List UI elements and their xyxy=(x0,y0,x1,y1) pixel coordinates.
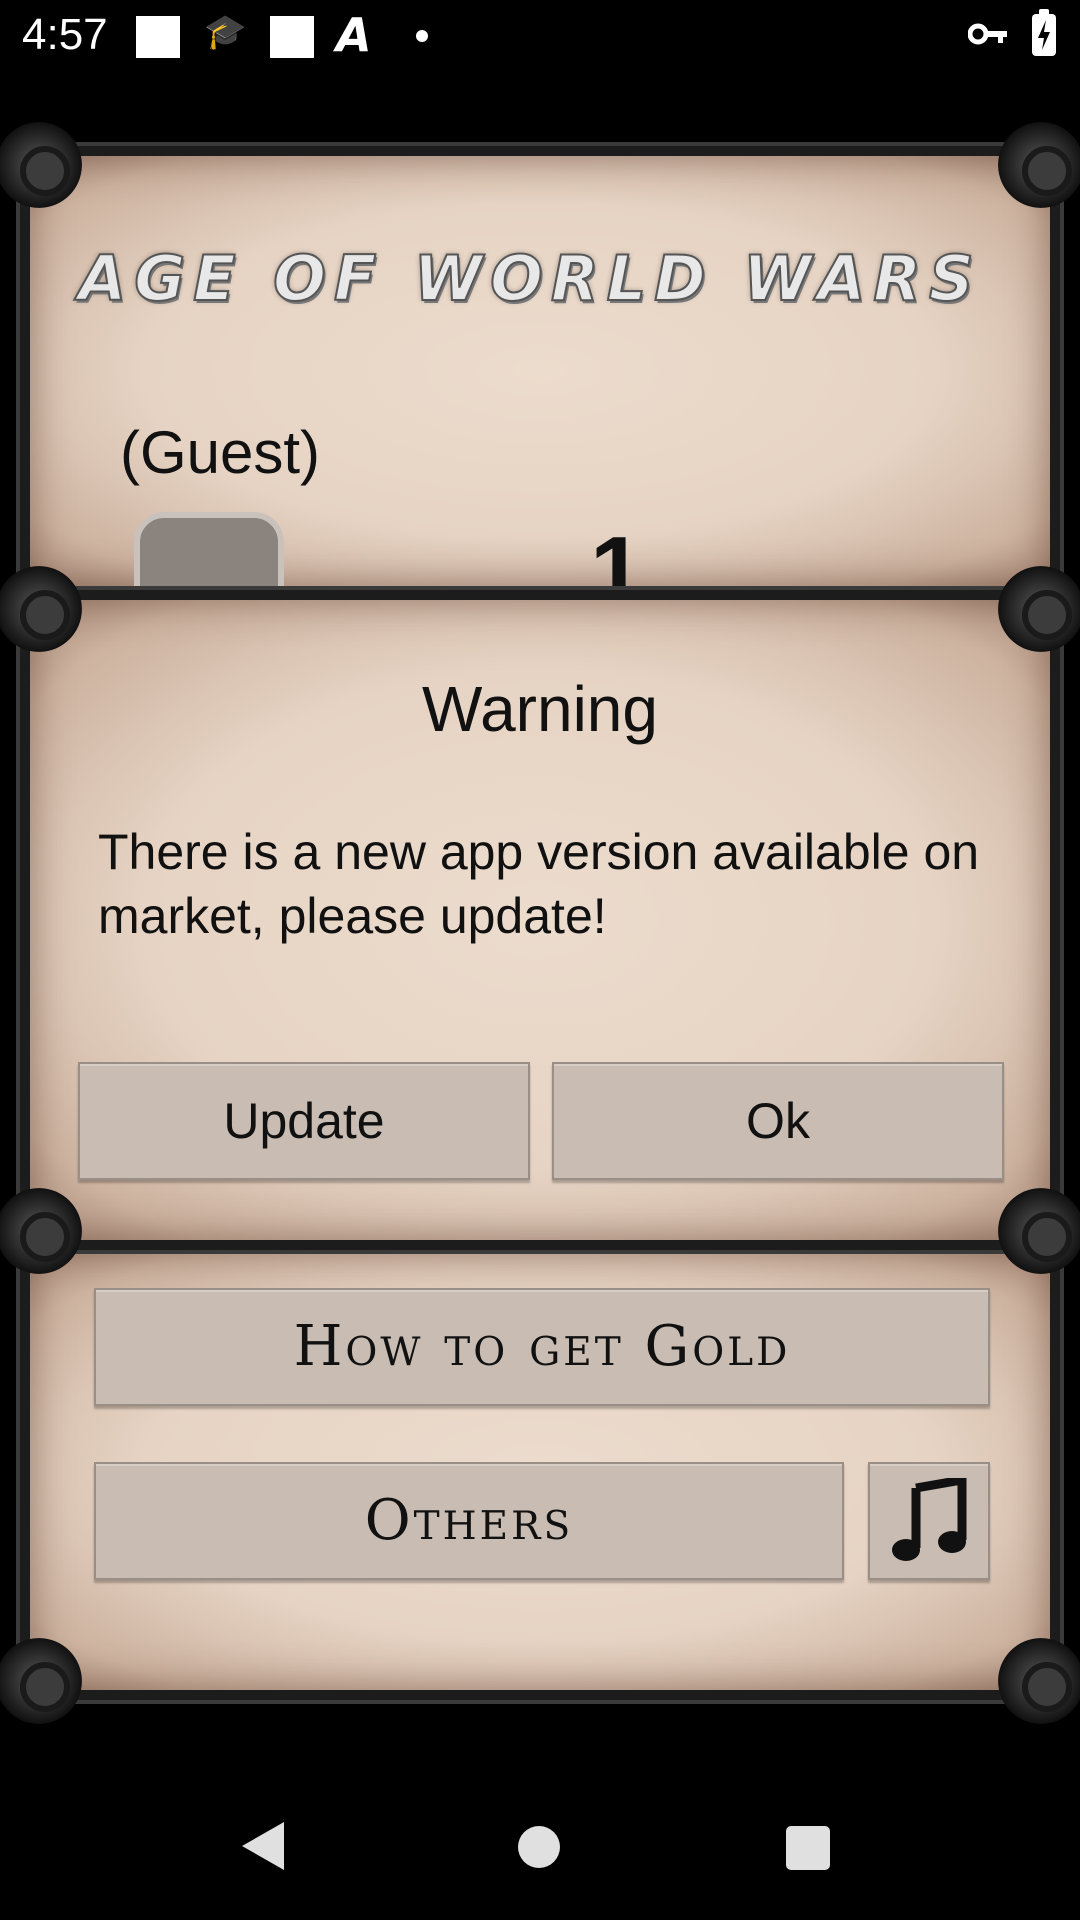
dot-icon xyxy=(416,30,428,42)
panel-corner-ornament xyxy=(0,122,82,208)
update-button[interactable]: Update xyxy=(78,1062,530,1180)
dialog-message: There is a new app version available on … xyxy=(98,824,980,944)
status-time: 4:57 xyxy=(22,10,108,59)
main-panel: Age of World Wars (Guest) 1 xyxy=(0,122,1080,632)
navigation-bar xyxy=(0,1780,1080,1920)
game-title: Age of World Wars xyxy=(77,241,982,316)
player-name: (Guest) xyxy=(120,419,321,486)
dialog-title: Warning xyxy=(422,673,658,745)
graduation-cap-icon: 🎓 xyxy=(204,13,247,51)
music-note-icon xyxy=(892,1478,967,1561)
back-icon[interactable] xyxy=(240,1820,286,1877)
recents-icon[interactable] xyxy=(786,1826,830,1870)
panel-corner-ornament xyxy=(998,1638,1080,1724)
notification-square-icon xyxy=(270,16,314,58)
panel-corner-ornament xyxy=(998,566,1080,652)
menu-panel: How to get Gold Others xyxy=(0,1240,1080,1724)
panel-corner-ornament xyxy=(0,1188,82,1274)
panel-corner-ornament xyxy=(0,566,82,652)
others-button[interactable]: Others xyxy=(94,1462,844,1580)
notification-square-icon xyxy=(136,16,180,58)
ok-button[interactable]: Ok xyxy=(552,1062,1004,1180)
panel-corner-ornament xyxy=(998,122,1080,208)
a-letter-icon: A xyxy=(336,8,372,62)
warning-dialog: Warning There is a new app version avail… xyxy=(0,566,1080,1274)
music-toggle-button[interactable] xyxy=(868,1462,990,1580)
panel-corner-ornament xyxy=(0,1638,82,1724)
panel-corner-ornament xyxy=(998,1188,1080,1274)
how-to-get-gold-button[interactable]: How to get Gold xyxy=(94,1288,990,1406)
status-bar: 4:57 🎓 A xyxy=(0,0,1080,72)
home-icon[interactable] xyxy=(518,1826,560,1868)
vpn-key-icon xyxy=(967,20,1008,53)
battery-charging-icon xyxy=(1032,9,1056,56)
